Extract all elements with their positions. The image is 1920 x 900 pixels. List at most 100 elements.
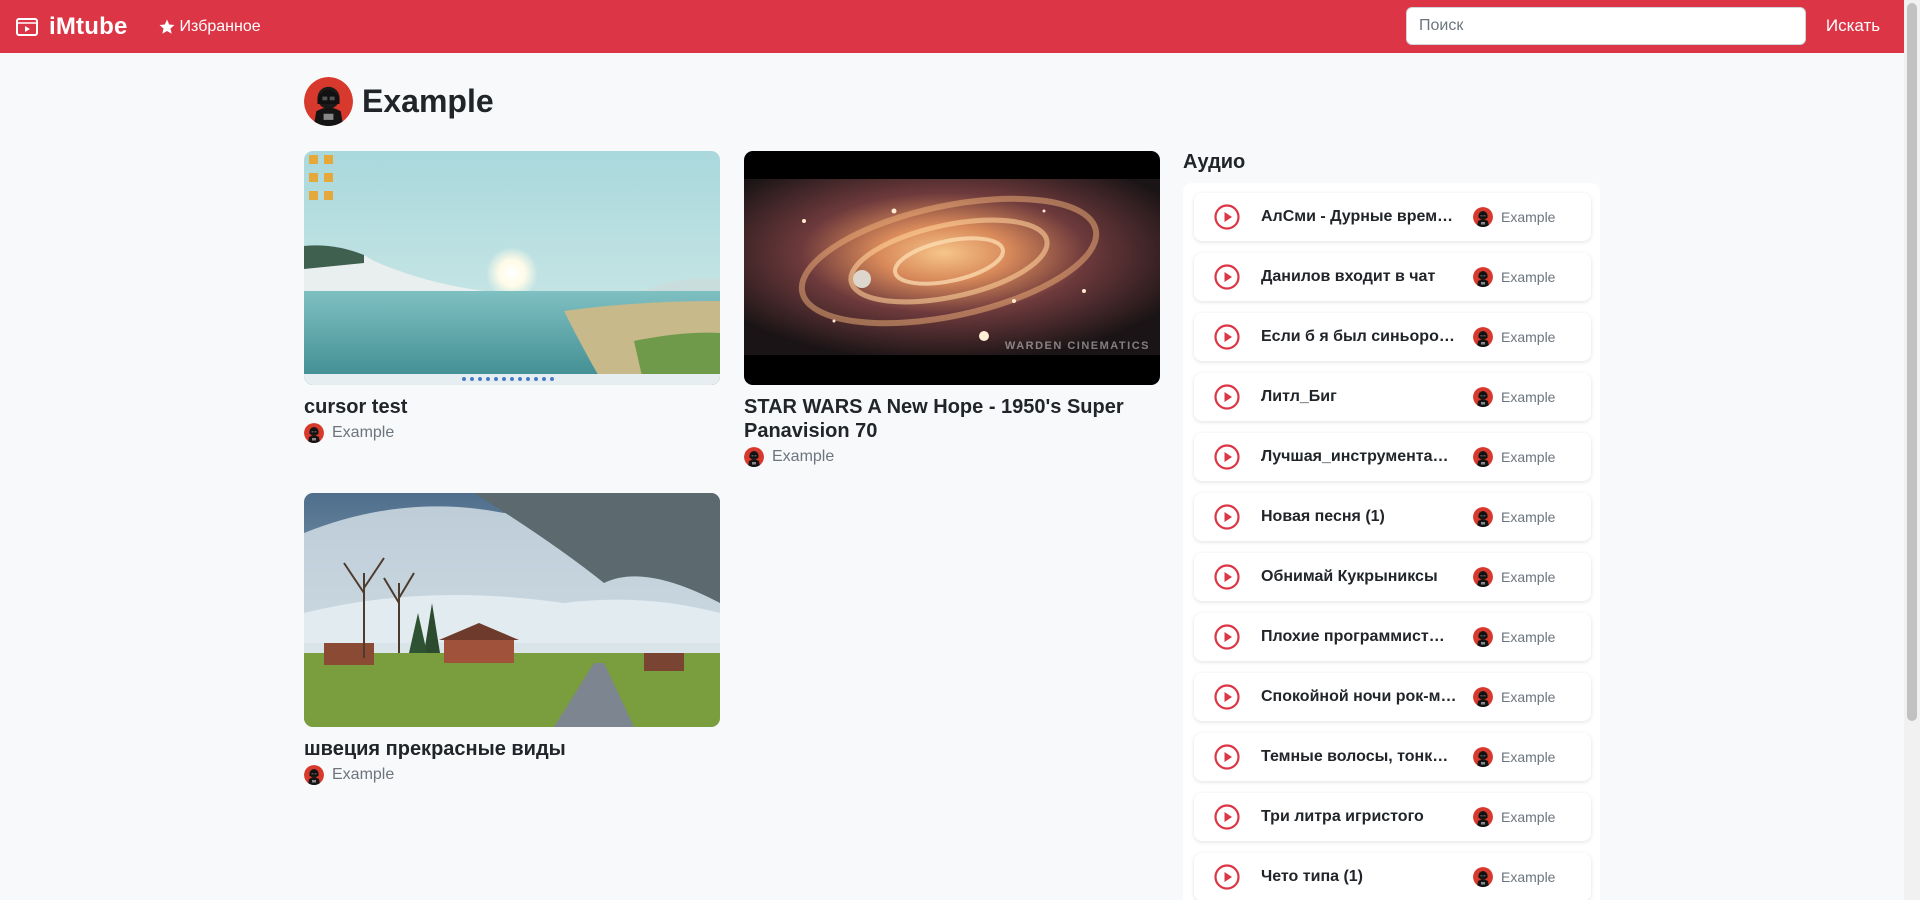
video-author[interactable]: Example [744, 447, 1160, 467]
audio-item[interactable]: Лучшая_инструментал… Example [1194, 433, 1591, 481]
channel-header: Example [304, 77, 494, 126]
play-icon[interactable] [1214, 564, 1240, 590]
author-avatar [1473, 747, 1493, 767]
video-card[interactable]: WARDEN CINEMATICS STAR WARS A New Hope -… [744, 151, 1160, 467]
audio-item[interactable]: Литл_Биг Example [1194, 373, 1591, 421]
audio-author[interactable]: Example [1473, 267, 1555, 287]
video-thumbnail[interactable]: WARDEN CINEMATICS [744, 151, 1160, 385]
audio-title: Литл_Биг [1261, 388, 1337, 405]
search-button[interactable]: Искать [1810, 7, 1896, 45]
author-avatar [304, 765, 324, 785]
video-author[interactable]: Example [304, 765, 720, 785]
favorites-label: Избранное [179, 17, 261, 35]
play-icon[interactable] [1214, 684, 1240, 710]
author-name: Example [1501, 689, 1556, 705]
favorites-link[interactable]: Избранное [158, 18, 261, 36]
video-author[interactable]: Example [304, 423, 720, 443]
audio-author[interactable]: Example [1473, 327, 1555, 347]
brand-link[interactable]: iMtube [16, 13, 128, 41]
author-name: Example [1501, 449, 1556, 465]
audio-item[interactable]: Данилов входит в чат Example [1194, 253, 1591, 301]
author-avatar [1473, 567, 1493, 587]
audio-item[interactable]: Темные волосы, тонки… Example [1194, 733, 1591, 781]
channel-avatar [304, 77, 353, 126]
audio-author[interactable]: Example [1473, 807, 1555, 827]
play-icon[interactable] [1214, 324, 1240, 350]
author-name: Example [1501, 569, 1556, 585]
author-name: Example [1501, 209, 1556, 225]
navbar: iMtube Избранное Искать [0, 0, 1904, 53]
audio-title: Обнимай Кукрыниксы [1261, 568, 1438, 585]
author-name: Example [1501, 389, 1556, 405]
audio-title: Чето типа (1) [1261, 868, 1364, 885]
author-avatar [304, 423, 324, 443]
audio-author[interactable]: Example [1473, 207, 1555, 227]
video-icon [16, 17, 38, 36]
brand-name: iMtube [49, 12, 128, 40]
audio-author[interactable]: Example [1473, 507, 1555, 527]
audio-item[interactable]: АлСми - Дурные врем… Example [1194, 193, 1591, 241]
author-name: Example [1501, 809, 1556, 825]
audio-title: Темные волосы, тонки… [1261, 748, 1457, 765]
search-input[interactable] [1406, 7, 1806, 45]
scrollbar-thumb[interactable] [1907, 3, 1917, 721]
audio-item[interactable]: Спокойной ночи рок-м… Example [1194, 673, 1591, 721]
star-icon [159, 19, 175, 34]
audio-author[interactable]: Example [1473, 747, 1555, 767]
audio-title: Три литра игристого [1261, 808, 1424, 825]
author-name: Example [1501, 869, 1556, 885]
author-avatar [1473, 387, 1493, 407]
video-title[interactable]: cursor test [304, 395, 720, 419]
author-avatar [1473, 867, 1493, 887]
audio-item[interactable]: Обнимай Кукрыниксы Example [1194, 553, 1591, 601]
author-name: Example [772, 448, 835, 465]
video-title[interactable]: STAR WARS A New Hope - 1950's Super Pana… [744, 395, 1160, 443]
video-title[interactable]: швеция прекрасные виды [304, 737, 720, 761]
author-name: Example [332, 766, 395, 783]
audio-author[interactable]: Example [1473, 627, 1555, 647]
video-thumbnail[interactable] [304, 151, 720, 385]
play-icon[interactable] [1214, 744, 1240, 770]
play-icon[interactable] [1214, 804, 1240, 830]
audio-item[interactable]: Плохие программисты… Example [1194, 613, 1591, 661]
play-icon[interactable] [1214, 384, 1240, 410]
audio-author[interactable]: Example [1473, 447, 1555, 467]
video-card[interactable]: швеция прекрасные виды Example [304, 493, 720, 785]
channel-name: Example [362, 83, 494, 119]
play-icon[interactable] [1214, 864, 1240, 890]
audio-title: Если б я был синьоро… [1261, 328, 1455, 345]
author-name: Example [332, 424, 395, 441]
audio-author[interactable]: Example [1473, 567, 1555, 587]
audio-title: Плохие программисты… [1261, 628, 1457, 645]
play-icon[interactable] [1214, 444, 1240, 470]
audio-title: Лучшая_инструментал… [1261, 448, 1457, 465]
audio-item[interactable]: Если б я был синьоро… Example [1194, 313, 1591, 361]
audio-title: Данилов входит в чат [1261, 268, 1436, 285]
audio-item[interactable]: Новая песня (1) Example [1194, 493, 1591, 541]
author-name: Example [1501, 749, 1556, 765]
play-icon[interactable] [1214, 264, 1240, 290]
audio-item[interactable]: Три литра игристого Example [1194, 793, 1591, 841]
audio-author[interactable]: Example [1473, 687, 1555, 707]
play-icon[interactable] [1214, 624, 1240, 650]
author-avatar [1473, 807, 1493, 827]
author-avatar [1473, 627, 1493, 647]
audio-list: АлСми - Дурные врем… Example Данилов входи… [1183, 183, 1600, 900]
author-avatar [1473, 267, 1493, 287]
play-icon[interactable] [1214, 204, 1240, 230]
audio-item[interactable]: Чето типа (1) Example [1194, 853, 1591, 900]
audio-author[interactable]: Example [1473, 867, 1555, 887]
play-icon[interactable] [1214, 504, 1240, 530]
author-name: Example [1501, 329, 1556, 345]
author-name: Example [1501, 629, 1556, 645]
author-avatar [1473, 687, 1493, 707]
video-watermark: WARDEN CINEMATICS [1005, 340, 1150, 352]
video-card[interactable]: cursor test Example [304, 151, 720, 443]
author-name: Example [1501, 509, 1556, 525]
author-name: Example [1501, 269, 1556, 285]
audio-title: Спокойной ночи рок-м… [1261, 688, 1457, 705]
video-thumbnail[interactable] [304, 493, 720, 727]
audio-author[interactable]: Example [1473, 387, 1555, 407]
author-avatar [1473, 327, 1493, 347]
audio-title: Новая песня (1) [1261, 508, 1385, 525]
